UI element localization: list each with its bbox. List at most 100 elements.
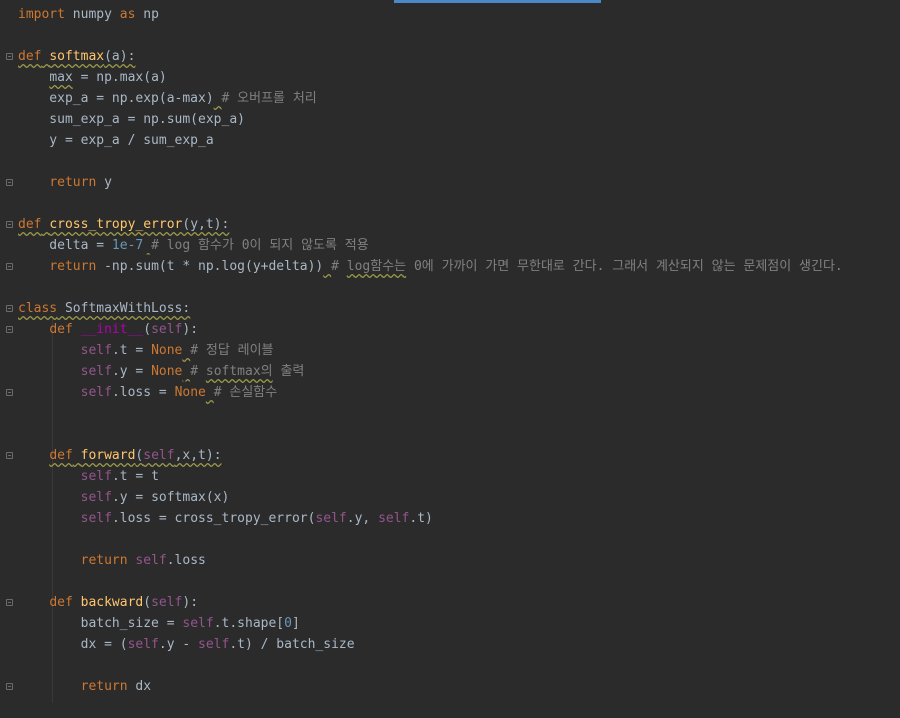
code-line[interactable]: delta = 1e-7 # log 함수가 0이 되지 않도록 적용 xyxy=(18,235,900,256)
code-line[interactable]: self.y = None # softmax의 출력 xyxy=(18,361,900,382)
code-line[interactable]: import numpy as np xyxy=(18,4,900,25)
code-line[interactable] xyxy=(18,151,900,172)
fold-marker-icon[interactable] xyxy=(6,53,13,60)
fold-marker-icon[interactable] xyxy=(6,326,13,333)
code-token: ] xyxy=(291,616,300,631)
code-token: -np.sum(t * np.log(y+delta)) xyxy=(96,259,324,274)
code-token: self xyxy=(80,469,112,484)
code-line[interactable]: return -np.sum(t * np.log(y+delta)) # lo… xyxy=(6,256,900,277)
code-token: delta = xyxy=(18,238,112,253)
code-token: SoftmaxWithLoss: xyxy=(57,301,191,316)
code-line[interactable]: def __init__(self): xyxy=(6,319,900,340)
code-line[interactable] xyxy=(18,193,900,214)
code-line[interactable] xyxy=(18,529,900,550)
code-line[interactable]: def softmax(a): xyxy=(6,46,900,67)
code-token: backward xyxy=(80,595,144,610)
code-area[interactable]: import numpy as np def softmax(a): max = … xyxy=(6,4,900,718)
code-token: def xyxy=(49,448,73,463)
code-line[interactable]: max = np.max(a) xyxy=(18,67,900,88)
code-line[interactable]: dx = (self.y - self.t) / batch_size xyxy=(18,634,900,655)
fold-marker-icon[interactable] xyxy=(6,599,13,606)
fold-marker-icon[interactable] xyxy=(6,389,13,396)
fold-marker-icon[interactable] xyxy=(6,221,13,228)
code-line[interactable] xyxy=(18,277,900,298)
fold-marker-icon[interactable] xyxy=(6,452,13,459)
code-token: None xyxy=(151,364,183,379)
code-line[interactable]: exp_a = np.exp(a-max) # 오버프롤 처리 xyxy=(18,88,900,109)
code-token: def xyxy=(49,595,73,610)
code-line[interactable]: return dx xyxy=(6,676,900,697)
code-token: max xyxy=(49,70,73,85)
code-line[interactable]: self.t = None # 정답 레이블 xyxy=(18,340,900,361)
code-token: ( xyxy=(143,595,152,610)
editor-gutter xyxy=(0,0,17,716)
fold-marker-icon[interactable] xyxy=(6,179,13,186)
code-token: log함수는 xyxy=(346,259,407,274)
code-token: = np.max(a) xyxy=(72,70,167,85)
code-line[interactable]: class SoftmaxWithLoss: xyxy=(6,298,900,319)
code-token: return xyxy=(49,175,97,190)
code-line[interactable]: self.loss = cross_tropy_error(self.y, se… xyxy=(18,508,900,529)
code-line[interactable]: self.loss = None # 손실함수 xyxy=(6,382,900,403)
code-token: self xyxy=(151,322,183,337)
code-line[interactable]: def cross_tropy_error(y,t): xyxy=(6,214,900,235)
code-line[interactable]: self.y = softmax(x) xyxy=(18,487,900,508)
code-line[interactable] xyxy=(18,697,900,718)
code-line[interactable] xyxy=(18,403,900,424)
fold-marker-icon[interactable] xyxy=(6,263,13,270)
code-token: None xyxy=(174,385,206,400)
code-token: y xyxy=(96,175,112,190)
code-token: .y - xyxy=(158,637,199,652)
code-token: .t = xyxy=(111,343,152,358)
code-line[interactable] xyxy=(18,571,900,592)
code-line[interactable]: y = exp_a / sum_exp_a xyxy=(18,130,900,151)
code-token: ,x,t): xyxy=(174,448,222,463)
code-line[interactable]: return y xyxy=(6,172,900,193)
fold-marker-icon[interactable] xyxy=(6,305,13,312)
code-line[interactable] xyxy=(18,655,900,676)
code-token: import xyxy=(18,7,65,22)
code-token: None xyxy=(151,343,183,358)
code-token: ): xyxy=(182,595,199,610)
code-token: sum_exp_a = np.sum(exp_a) xyxy=(18,112,245,127)
code-token: self xyxy=(80,490,112,505)
code-token: softmax의 xyxy=(205,364,273,379)
code-token: __init__ xyxy=(80,322,144,337)
code-line[interactable]: return self.loss xyxy=(18,550,900,571)
code-token: 출력 xyxy=(272,364,305,379)
code-token: numpy xyxy=(64,7,120,22)
code-token: .t) / batch_size xyxy=(229,637,355,652)
fold-marker-icon[interactable] xyxy=(6,683,13,690)
code-line[interactable]: def backward(self): xyxy=(6,592,900,613)
code-line[interactable]: self.t = t xyxy=(18,466,900,487)
code-token: ( xyxy=(143,322,152,337)
code-line[interactable] xyxy=(18,424,900,445)
code-token: y = exp_a / sum_exp_a xyxy=(18,133,214,148)
code-token: class xyxy=(18,301,58,316)
code-token: .t.shape[ xyxy=(213,616,285,631)
code-token: # 정답 레이블 xyxy=(190,343,274,358)
code-token: batch_size = xyxy=(18,616,183,631)
code-line[interactable]: sum_exp_a = np.sum(exp_a) xyxy=(18,109,900,130)
code-line[interactable]: def forward(self,x,t): xyxy=(6,445,900,466)
code-token: .t = t xyxy=(111,469,159,484)
code-line[interactable]: batch_size = self.t.shape[0] xyxy=(18,613,900,634)
code-editor[interactable]: import numpy as np def softmax(a): max = … xyxy=(0,0,900,716)
code-line[interactable] xyxy=(18,25,900,46)
code-token: self xyxy=(378,511,410,526)
code-token: # 손실함수 xyxy=(213,385,278,400)
